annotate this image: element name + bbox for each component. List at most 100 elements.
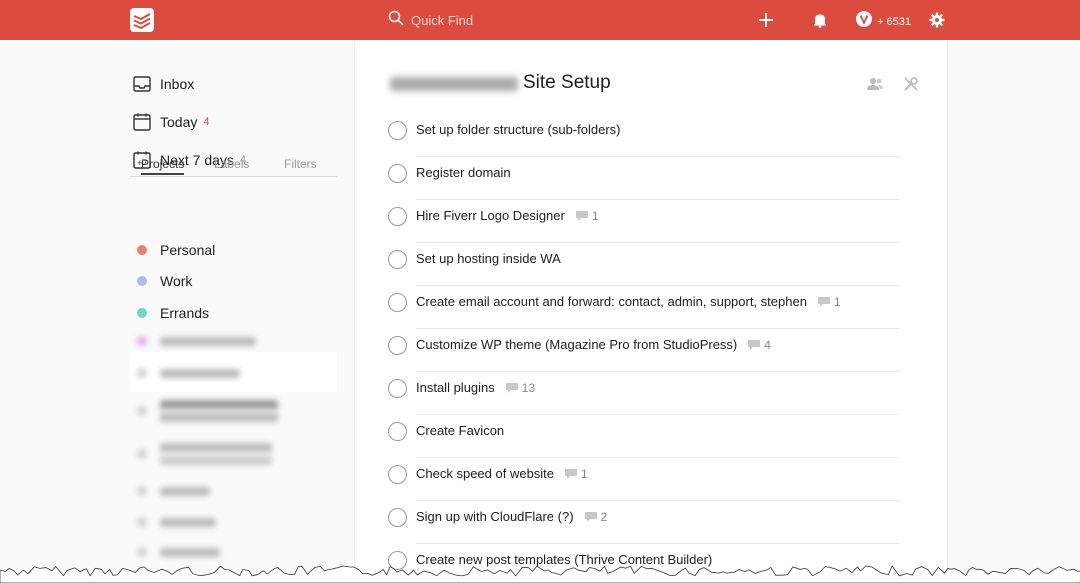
project-title: Site Setup — [523, 72, 611, 93]
sidebar-item-inbox[interactable]: Inbox — [132, 72, 194, 96]
task-content[interactable]: Create email account and forward: contac… — [416, 294, 841, 309]
comment-icon — [565, 468, 578, 479]
project-color-dot — [137, 449, 147, 459]
quick-find-search[interactable]: Quick Find — [388, 10, 473, 30]
karma-icon — [856, 11, 872, 32]
top-bar: Quick Find + 6531 — [0, 0, 1080, 40]
task-label: Hire Fiverr Logo Designer — [416, 208, 565, 223]
bell-icon[interactable] — [810, 10, 830, 30]
blurred-label — [160, 368, 240, 378]
task-comments[interactable]: 1 — [564, 467, 588, 481]
blurred-label — [160, 517, 216, 527]
task-content[interactable]: Check speed of website 1 — [416, 466, 588, 481]
task-checkbox[interactable] — [388, 164, 407, 183]
comment-icon — [817, 296, 830, 307]
karma-indicator[interactable]: + 6531 — [856, 11, 911, 32]
tab-projects[interactable]: Projects — [141, 157, 185, 175]
share-project-icon[interactable] — [866, 75, 884, 93]
task-comments[interactable]: 1 — [817, 295, 841, 309]
task-label: Customize WP theme (Magazine Pro from St… — [416, 337, 738, 352]
blurred-title-prefix — [390, 72, 518, 97]
todoist-logo-icon[interactable] — [130, 8, 154, 32]
right-gutter — [949, 40, 1080, 583]
project-color-dot — [137, 517, 147, 527]
project-blurred[interactable] — [137, 486, 210, 496]
task-comments[interactable]: 2 — [584, 509, 608, 524]
project-blurred[interactable] — [137, 517, 216, 527]
task-content[interactable]: Register domain — [416, 165, 511, 180]
comment-count: 2 — [600, 509, 608, 524]
project-blurred[interactable] — [137, 547, 220, 557]
task-content[interactable]: Sign up with CloudFlare (?) 2 — [416, 509, 607, 524]
task-row[interactable]: Sign up with CloudFlare (?) 2 — [388, 501, 900, 544]
task-checkbox[interactable] — [388, 508, 407, 527]
task-checkbox[interactable] — [388, 121, 407, 140]
blurred-label — [160, 443, 272, 465]
task-row[interactable]: Create email account and forward: contac… — [388, 286, 900, 329]
task-checkbox[interactable] — [388, 293, 407, 312]
project-color-dot — [137, 486, 147, 496]
blurred-label — [160, 336, 256, 346]
task-content[interactable]: Create Favicon — [416, 423, 504, 438]
torn-edge-decoration — [0, 565, 1080, 583]
karma-value: + 6531 — [877, 15, 911, 28]
task-content[interactable]: Set up folder structure (sub-folders) — [416, 122, 620, 137]
task-checkbox[interactable] — [388, 379, 407, 398]
project-color-dot — [137, 406, 147, 416]
comment-count: 13 — [521, 380, 536, 395]
comment-count: 1 — [591, 208, 599, 223]
task-label: Create email account and forward: contac… — [416, 294, 807, 309]
task-label: Set up hosting inside WA — [416, 251, 561, 266]
task-row[interactable]: Register domain — [388, 157, 900, 200]
task-comments[interactable]: 1 — [575, 209, 599, 223]
project-color-dot — [137, 547, 147, 557]
task-row[interactable]: Set up hosting inside WA — [388, 243, 900, 286]
task-comments[interactable]: 4 — [747, 338, 771, 352]
task-checkbox[interactable] — [388, 207, 407, 226]
task-label: Create Favicon — [416, 423, 505, 438]
task-content[interactable]: Set up hosting inside WA — [416, 251, 561, 266]
project-work[interactable]: Work — [137, 273, 192, 289]
project-blurred[interactable] — [137, 336, 256, 346]
comment-count: 4 — [764, 337, 771, 352]
task-content[interactable]: Customize WP theme (Magazine Pro from St… — [416, 337, 771, 352]
comment-icon — [575, 210, 588, 221]
inbox-icon — [132, 74, 152, 94]
gear-icon[interactable] — [927, 10, 947, 30]
comment-icon — [748, 339, 761, 350]
project-personal[interactable]: Personal — [137, 242, 215, 258]
project-color-dot — [137, 308, 147, 318]
project-color-dot — [137, 368, 147, 378]
task-checkbox[interactable] — [388, 422, 407, 441]
karma-points: 6531 — [886, 15, 911, 28]
task-row[interactable]: Customize WP theme (Magazine Pro from St… — [388, 329, 900, 372]
task-content[interactable]: Hire Fiverr Logo Designer 1 — [416, 208, 599, 223]
tab-labels[interactable]: Labels — [214, 157, 249, 171]
task-row[interactable]: Create Favicon — [388, 415, 900, 458]
add-icon[interactable] — [756, 10, 776, 30]
project-settings-icon[interactable] — [902, 75, 920, 93]
project-blurred[interactable] — [137, 368, 240, 378]
task-row[interactable]: Check speed of website 1 — [388, 458, 900, 501]
task-checkbox[interactable] — [388, 336, 407, 355]
project-blurred[interactable] — [137, 443, 272, 465]
project-color-dot — [137, 276, 147, 286]
task-row[interactable]: Install plugins 13 — [388, 372, 900, 415]
project-blurred-selected[interactable] — [137, 400, 278, 422]
task-checkbox[interactable] — [388, 250, 407, 269]
sidebar-item-today[interactable]: Today 4 — [132, 110, 209, 134]
task-comments[interactable]: 13 — [505, 381, 535, 395]
project-label: Personal — [160, 242, 216, 258]
project-errands[interactable]: Errands — [137, 305, 209, 321]
task-row[interactable]: Set up folder structure (sub-folders) — [388, 114, 900, 157]
project-label: Errands — [160, 305, 210, 321]
task-row[interactable]: Hire Fiverr Logo Designer 1 — [388, 200, 900, 243]
calendar-icon — [132, 112, 152, 132]
task-content[interactable]: Install plugins 13 — [416, 380, 535, 395]
today-count: 4 — [203, 116, 210, 128]
comment-count: 1 — [833, 294, 841, 309]
task-label: Install plugins — [416, 380, 495, 395]
tab-filters[interactable]: Filters — [284, 157, 317, 171]
search-icon — [388, 10, 404, 31]
task-checkbox[interactable] — [388, 465, 407, 484]
